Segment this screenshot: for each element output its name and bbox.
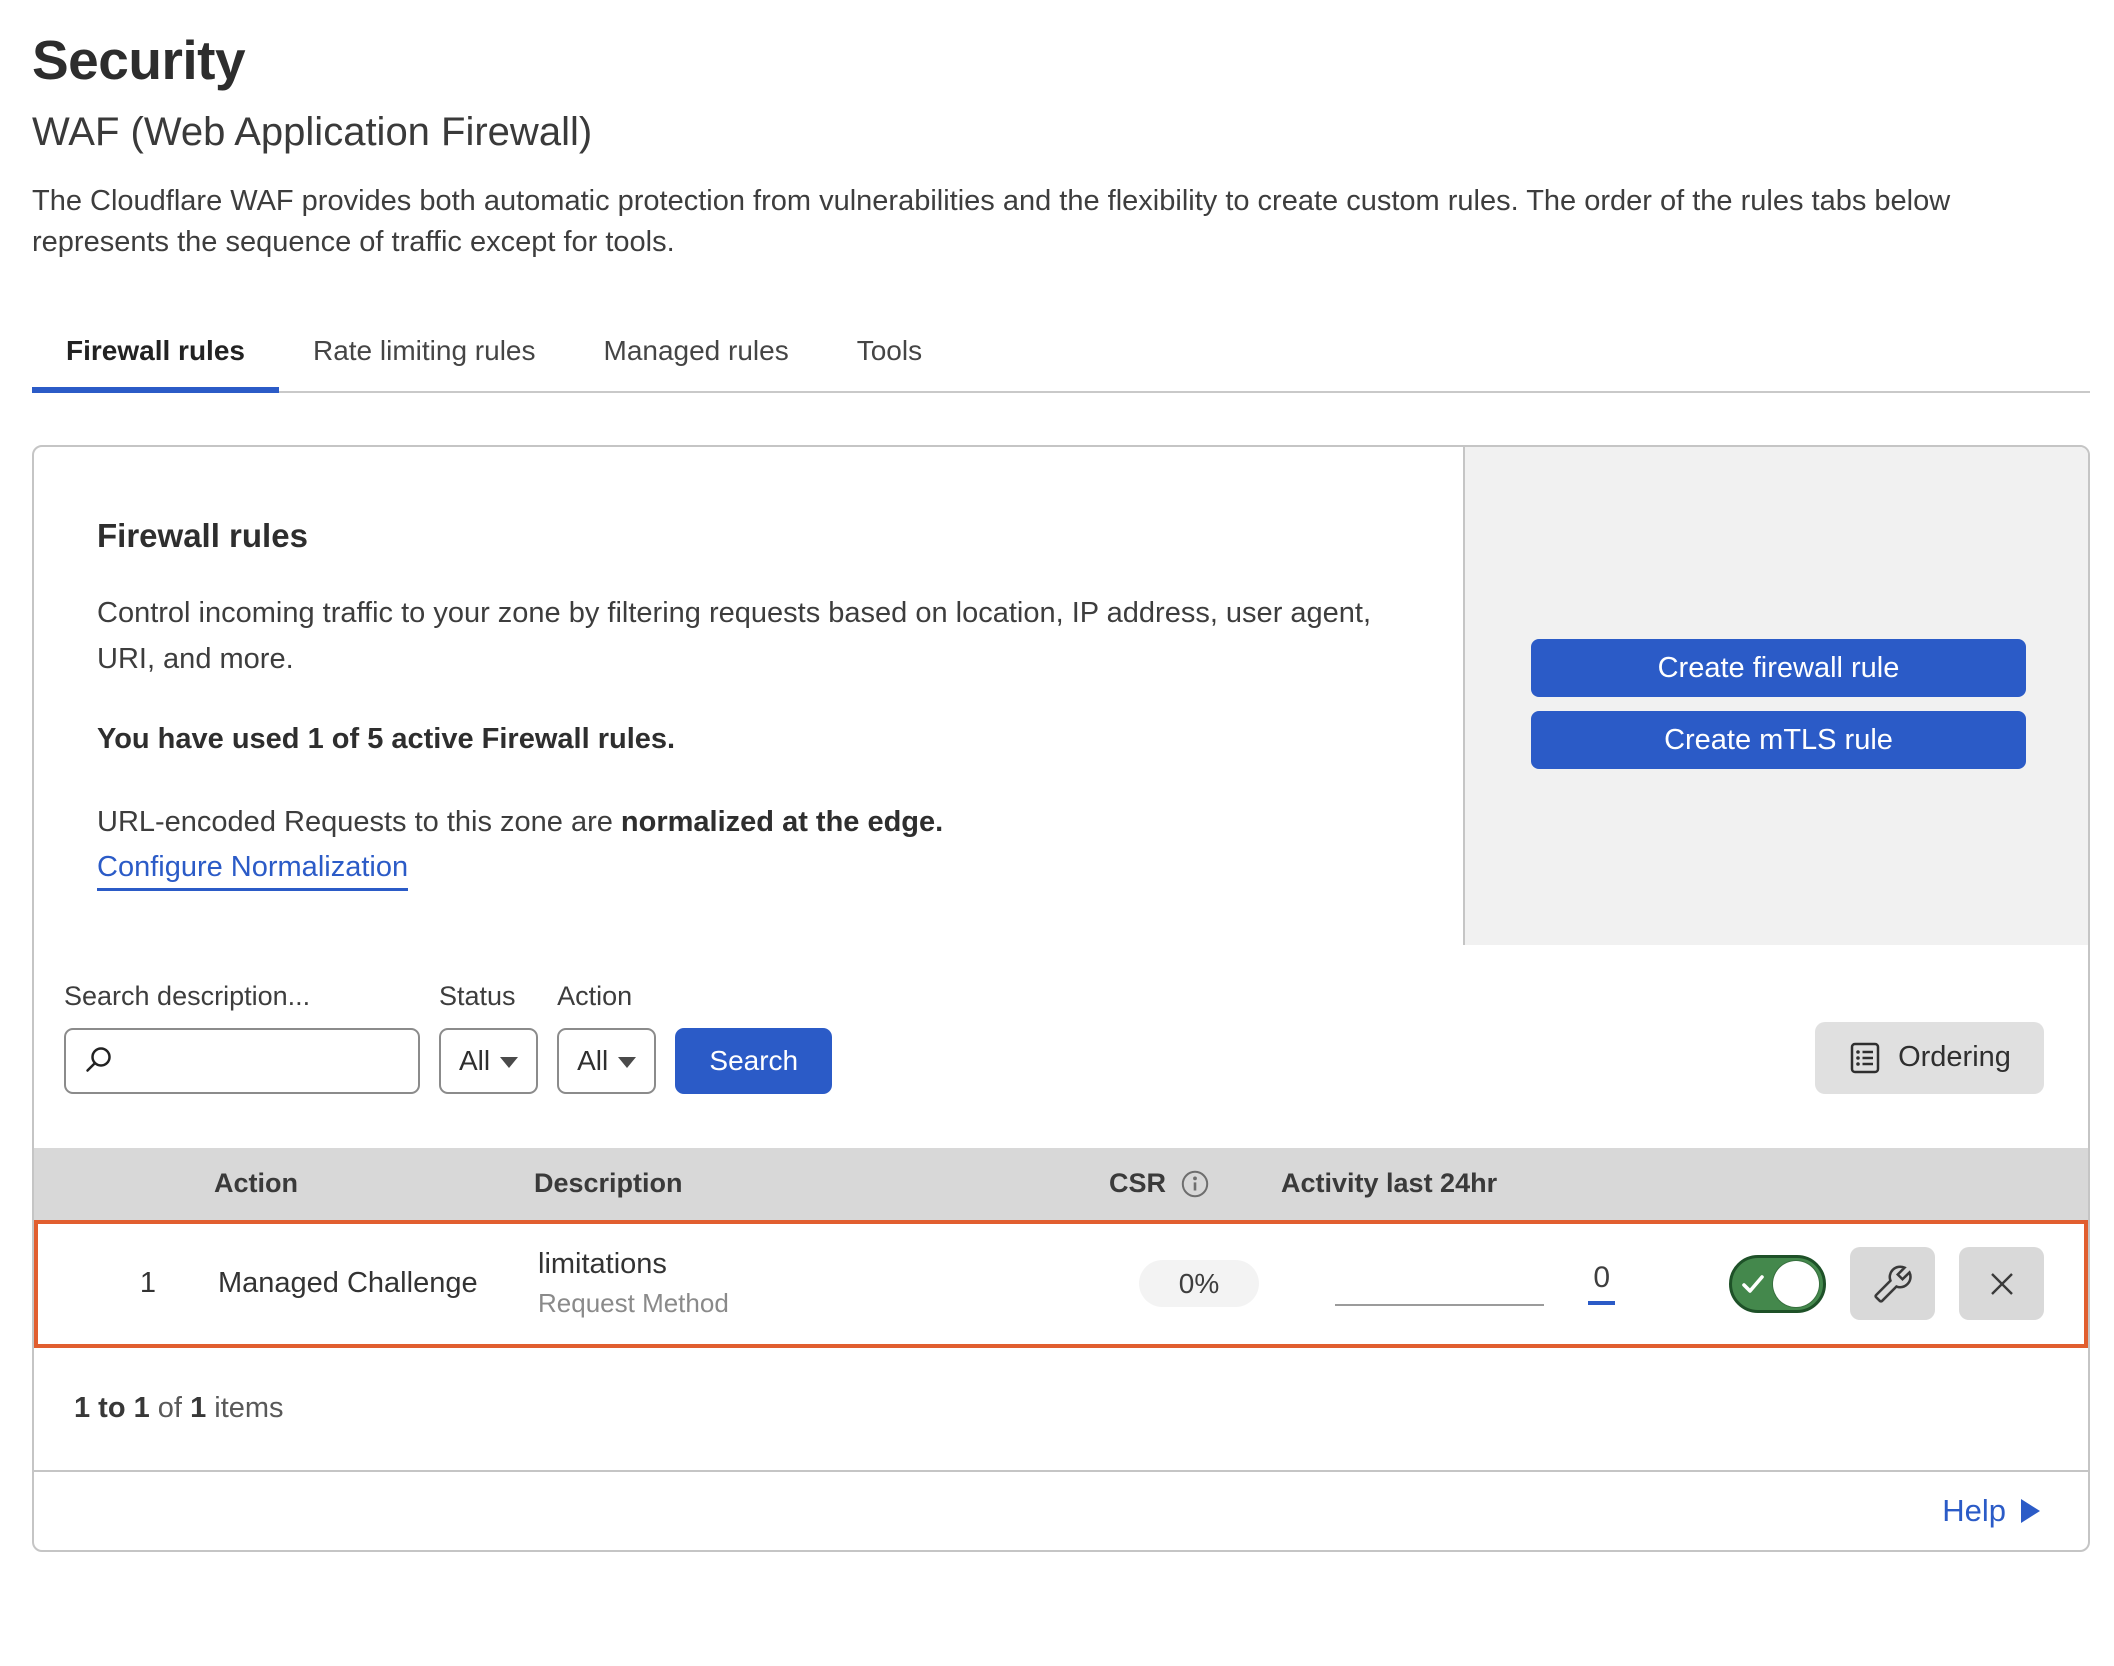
page-subtitle: WAF (Web Application Firewall) xyxy=(32,110,2090,155)
edit-rule-button[interactable] xyxy=(1850,1247,1935,1320)
search-group: Search description... xyxy=(64,981,420,1094)
tab-tools[interactable]: Tools xyxy=(823,335,956,391)
description-column-header: Description xyxy=(534,1168,1109,1199)
items-total: 1 xyxy=(190,1392,206,1425)
rules-filter-bar: Search description... Status All Action … xyxy=(34,945,2088,1094)
search-icon xyxy=(82,1045,114,1077)
tab-managed-rules[interactable]: Managed rules xyxy=(570,335,823,391)
activity-column-header: Activity last 24hr xyxy=(1281,1168,1611,1199)
rule-description-cell: limitations Request Method xyxy=(538,1248,1113,1319)
card-heading: Firewall rules xyxy=(97,517,1403,555)
search-button[interactable]: Search xyxy=(675,1028,832,1094)
rule-expression: Request Method xyxy=(538,1288,1113,1319)
table-header-row: Action Description CSR Activity last 24h… xyxy=(34,1148,2088,1220)
tab-rate-limiting-rules[interactable]: Rate limiting rules xyxy=(279,335,570,391)
page-title: Security xyxy=(32,28,2090,92)
firewall-rules-overview-section: Firewall rules Control incoming traffic … xyxy=(34,447,2088,945)
help-bar: Help xyxy=(34,1470,2088,1550)
action-select-value: All xyxy=(577,1045,608,1077)
firewall-rule-row: 1 Managed Challenge limitations Request … xyxy=(34,1220,2088,1348)
status-select-value: All xyxy=(459,1045,490,1077)
normalization-text: URL-encoded Requests to this zone are no… xyxy=(97,806,1403,839)
ordering-button[interactable]: Ordering xyxy=(1815,1022,2044,1094)
chevron-down-icon xyxy=(618,1057,636,1068)
activity-sparkline xyxy=(1335,1304,1544,1306)
search-box xyxy=(64,1028,420,1094)
tab-firewall-rules[interactable]: Firewall rules xyxy=(32,335,279,393)
search-label: Search description... xyxy=(64,981,420,1012)
firewall-rules-table: Action Description CSR Activity last 24h… xyxy=(34,1148,2088,1348)
chevron-down-icon xyxy=(500,1057,518,1068)
ordered-list-icon xyxy=(1848,1041,1882,1075)
csr-badge: 0% xyxy=(1139,1260,1259,1307)
rule-priority: 1 xyxy=(78,1267,218,1300)
toggle-knob xyxy=(1773,1261,1819,1307)
ordering-button-label: Ordering xyxy=(1898,1041,2011,1074)
wrench-icon xyxy=(1874,1265,1912,1303)
firewall-rules-card: Firewall rules Control incoming traffic … xyxy=(32,445,2090,1552)
card-description: Control incoming traffic to your zone by… xyxy=(97,591,1403,683)
pagination-summary: 1 to 1 of 1 items xyxy=(34,1348,2088,1470)
rule-activity-cell: 0 xyxy=(1285,1224,1615,1344)
items-range: 1 to 1 xyxy=(74,1392,150,1425)
rule-action: Managed Challenge xyxy=(218,1267,538,1300)
configure-normalization-link[interactable]: Configure Normalization xyxy=(97,851,408,891)
rule-enabled-toggle[interactable] xyxy=(1729,1255,1826,1313)
action-select[interactable]: All xyxy=(557,1028,656,1094)
create-firewall-rule-button[interactable]: Create firewall rule xyxy=(1531,639,2026,697)
waf-tab-bar: Firewall rules Rate limiting rules Manag… xyxy=(32,335,2090,393)
action-label: Action xyxy=(557,981,656,1012)
check-icon xyxy=(1740,1271,1766,1297)
csr-column-header: CSR xyxy=(1109,1168,1281,1199)
firewall-rules-info: Firewall rules Control incoming traffic … xyxy=(34,447,1463,945)
status-filter-group: Status All xyxy=(439,981,538,1094)
info-icon[interactable] xyxy=(1180,1169,1210,1199)
action-filter-group: Action All xyxy=(557,981,656,1094)
help-link-label: Help xyxy=(1942,1493,2006,1529)
normalization-prefix: URL-encoded Requests to this zone are xyxy=(97,806,621,838)
create-rule-panel: Create firewall rule Create mTLS rule xyxy=(1463,447,2088,945)
delete-rule-button[interactable] xyxy=(1959,1247,2044,1320)
action-column-header: Action xyxy=(214,1168,534,1199)
rule-description: limitations xyxy=(538,1248,1113,1281)
rule-csr-cell: 0% xyxy=(1139,1268,1259,1300)
arrow-right-icon xyxy=(2021,1499,2040,1523)
normalization-bold: normalized at the edge. xyxy=(621,806,943,838)
page-description: The Cloudflare WAF provides both automat… xyxy=(32,181,2062,263)
activity-count-link[interactable]: 0 xyxy=(1588,1263,1615,1305)
rules-usage-text: You have used 1 of 5 active Firewall rul… xyxy=(97,723,1403,756)
rule-controls xyxy=(1615,1247,2044,1320)
help-link[interactable]: Help xyxy=(1942,1493,2040,1529)
items-text: items xyxy=(206,1392,283,1425)
of-text: of xyxy=(150,1392,190,1425)
close-icon xyxy=(1984,1266,2020,1302)
search-input[interactable] xyxy=(124,1044,418,1078)
create-mtls-rule-button[interactable]: Create mTLS rule xyxy=(1531,711,2026,769)
status-select[interactable]: All xyxy=(439,1028,538,1094)
status-label: Status xyxy=(439,981,538,1012)
